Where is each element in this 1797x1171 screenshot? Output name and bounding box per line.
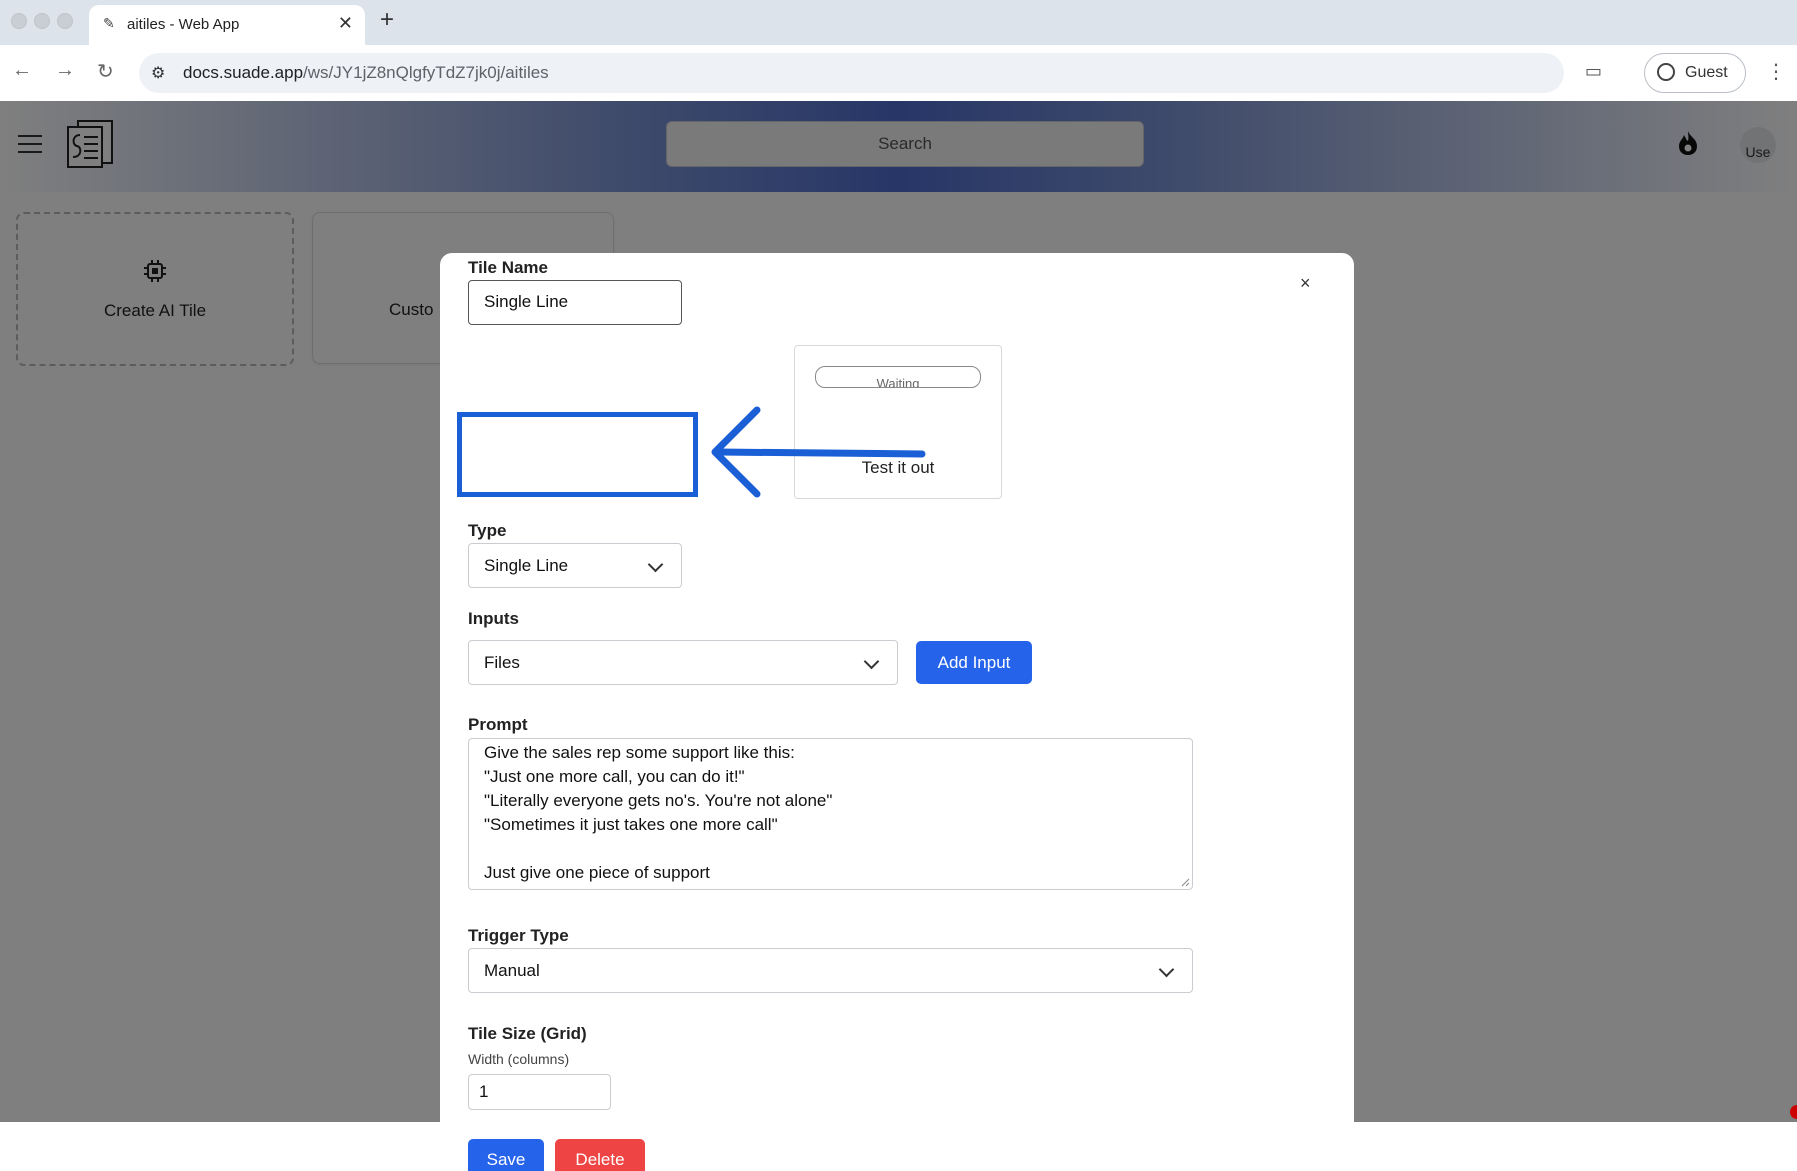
browser-tab-bar: ✎ aitiles - Web App ✕ + (0, 0, 1797, 45)
reload-icon[interactable]: ↻ (97, 59, 114, 84)
edit-tile-modal: × Tile Name Single Line Waiting Test it … (440, 253, 1354, 1171)
tile-size-label: Tile Size (Grid) (468, 1024, 587, 1043)
annotation-highlight-box (457, 412, 698, 497)
prompt-line: Just give one piece of support (484, 863, 710, 882)
annotation-arrow-icon (711, 406, 926, 498)
profile-button[interactable]: Guest (1644, 53, 1746, 93)
inputs-label: Inputs (468, 609, 519, 628)
window-zoom-dot[interactable] (57, 13, 73, 29)
prompt-line (484, 837, 1177, 861)
new-tab-icon[interactable]: + (380, 6, 394, 34)
window-close-dot[interactable] (11, 13, 27, 29)
url-path: /ws/JY1jZ8nQlgfyTdZ7jk0j/aitiles (303, 63, 549, 82)
trigger-type-label: Trigger Type (468, 926, 569, 945)
forward-icon[interactable]: → (55, 59, 75, 82)
tab-close-icon[interactable]: ✕ (338, 13, 353, 34)
type-select-value: Single Line (484, 556, 569, 575)
type-label: Type (468, 521, 507, 540)
resize-handle-icon[interactable] (1180, 877, 1190, 887)
prompt-line: Give the sales rep some support like thi… (484, 743, 795, 762)
prompt-line: "Just one more call, you can do it!" (484, 767, 745, 786)
width-label: Width (columns) (468, 1051, 570, 1067)
add-input-button[interactable]: Add Input (916, 641, 1032, 684)
url-text: docs.suade.app/ws/JY1jZ8nQlgfyTdZ7jk0j/a… (183, 63, 549, 83)
tab-title: aitiles - Web App (127, 16, 240, 33)
trigger-type-value: Manual (484, 961, 540, 980)
favicon-icon: ✎ (103, 15, 115, 31)
preview-status: Waiting (815, 366, 981, 388)
inputs-select[interactable]: Files (468, 640, 898, 685)
tile-name-input[interactable]: Single Line (468, 280, 682, 325)
prompt-textarea[interactable]: Give the sales rep some support like thi… (468, 738, 1193, 890)
chevron-down-icon (1158, 961, 1175, 978)
address-bar[interactable]: ⚙ docs.suade.app/ws/JY1jZ8nQlgfyTdZ7jk0j… (139, 53, 1564, 93)
cast-search-icon[interactable]: ▭ (1585, 61, 1602, 82)
chevron-down-icon (647, 556, 664, 573)
prompt-line: "Literally everyone gets no's. You're no… (484, 791, 833, 810)
browser-menu-icon[interactable]: ⋮ (1766, 59, 1786, 84)
delete-button[interactable]: Delete (555, 1139, 645, 1171)
width-input[interactable]: 1 (468, 1074, 611, 1110)
profile-icon (1657, 63, 1675, 81)
save-button[interactable]: Save (468, 1139, 544, 1171)
type-select[interactable]: Single Line (468, 543, 682, 588)
browser-tab[interactable]: ✎ aitiles - Web App ✕ (89, 5, 365, 45)
browser-toolbar: ← → ↻ ⚙ docs.suade.app/ws/JY1jZ8nQlgfyTd… (0, 45, 1797, 102)
tile-name-label: Tile Name (468, 258, 549, 277)
app-page: Search Use Create AI Tile Custo (0, 101, 1797, 1171)
prompt-line: "Sometimes it just takes one more call" (484, 815, 778, 834)
chevron-down-icon (863, 653, 880, 670)
back-icon[interactable]: ← (12, 59, 32, 82)
url-host: docs.suade.app (183, 63, 304, 82)
trigger-type-select[interactable]: Manual (468, 948, 1193, 993)
inputs-select-value: Files (484, 653, 520, 672)
site-settings-icon[interactable]: ⚙ (151, 63, 165, 83)
profile-label: Guest (1685, 64, 1728, 81)
prompt-label: Prompt (468, 715, 528, 734)
window-minimize-dot[interactable] (34, 13, 50, 29)
close-icon[interactable]: × (1300, 273, 1311, 294)
status-badge (1790, 1105, 1797, 1119)
